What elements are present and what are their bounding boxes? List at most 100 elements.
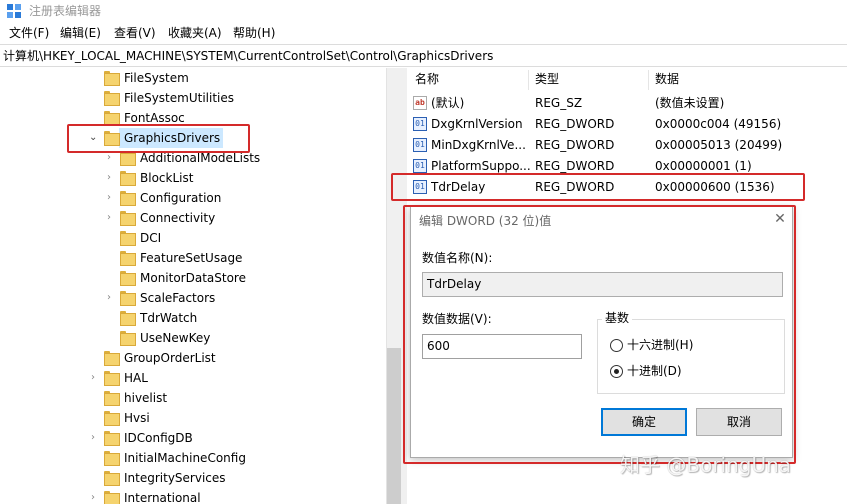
tree-item-dci[interactable]: DCI [0, 228, 386, 248]
registry-editor-icon [7, 4, 21, 18]
base-group-label: 基数 [602, 311, 633, 326]
dword-value-icon: 01 [413, 117, 427, 131]
chevron-right-icon[interactable]: › [107, 152, 111, 164]
folder-icon [104, 491, 120, 504]
value-data-input[interactable]: 600 [422, 334, 582, 359]
value-row-mindxgkrnlversion[interactable]: 01 MinDxgKrnlVe... REG_DWORD 0x00005013 … [407, 135, 847, 156]
folder-icon [104, 411, 120, 426]
tree-item-label: Connectivity [140, 211, 216, 225]
chevron-right-icon[interactable]: › [107, 292, 111, 304]
tree-item-label: UseNewKey [140, 331, 211, 345]
value-row-default[interactable]: ab (默认) REG_SZ (数值未设置) [407, 93, 847, 114]
tree-item-international[interactable]: › International [0, 488, 386, 504]
radio-hexadecimal-label[interactable]: 十六进制(H) [627, 338, 693, 353]
value-row-dxgkrnlversion[interactable]: 01 DxgKrnlVersion REG_DWORD 0x0000c004 (… [407, 114, 847, 135]
tree-item-tdrwatch[interactable]: TdrWatch [0, 308, 386, 328]
value-type: REG_DWORD [535, 138, 615, 152]
folder-icon [120, 311, 136, 326]
value-name: DxgKrnlVersion [431, 117, 523, 131]
tree-item-label: International [124, 491, 201, 504]
value-row-platformsupport[interactable]: 01 PlatformSuppo... REG_DWORD 0x00000001… [407, 156, 847, 177]
tree-scrollbar-thumb[interactable] [387, 348, 401, 504]
dword-value-icon: 01 [413, 180, 427, 194]
folder-icon [104, 91, 120, 106]
value-name: (默认) [431, 96, 465, 110]
folder-icon [120, 191, 136, 206]
tree-item-fontassoc[interactable]: FontAssoc [0, 108, 386, 128]
dword-value-icon: 01 [413, 138, 427, 152]
tree-item-featuresetusage[interactable]: FeatureSetUsage [0, 248, 386, 268]
tree-item-filesystemutilities[interactable]: FileSystemUtilities [0, 88, 386, 108]
tree-item-blocklist[interactable]: › BlockList [0, 168, 386, 188]
tree-item-label: BlockList [140, 171, 194, 185]
folder-icon [104, 471, 120, 486]
value-name-field: TdrDelay [422, 272, 783, 297]
folder-icon [104, 351, 120, 366]
tree-item-label: GraphicsDrivers [124, 131, 221, 145]
close-icon[interactable]: ✕ [771, 210, 789, 228]
column-divider[interactable] [648, 70, 649, 90]
value-data: (数值未设置) [655, 96, 725, 110]
tree-item-initialmachineconfig[interactable]: InitialMachineConfig [0, 448, 386, 468]
menu-favorites[interactable]: 收藏夹(A) [168, 26, 222, 41]
chevron-right-icon[interactable]: › [107, 172, 111, 184]
tree-item-label: DCI [140, 231, 162, 245]
folder-icon [120, 251, 136, 266]
value-name: TdrDelay [431, 180, 486, 194]
tree-item-graphicsdrivers[interactable]: ⌄ GraphicsDrivers [0, 128, 386, 148]
cancel-button[interactable]: 取消 [696, 408, 782, 436]
folder-icon [104, 71, 120, 86]
tree-item-integrityservices[interactable]: IntegrityServices [0, 468, 386, 488]
value-data: 0x0000c004 (49156) [655, 117, 782, 131]
address-bar[interactable]: 计算机\HKEY_LOCAL_MACHINE\SYSTEM\CurrentCon… [0, 44, 847, 67]
tree-item-monitordatastore[interactable]: MonitorDataStore [0, 268, 386, 288]
menu-help[interactable]: 帮助(H) [233, 26, 275, 41]
value-row-tdrdelay[interactable]: 01 TdrDelay REG_DWORD 0x00000600 (1536) [407, 177, 847, 198]
column-header-data[interactable]: 数据 [655, 72, 679, 87]
folder-icon [104, 111, 120, 126]
tree-item-filesystem[interactable]: FileSystem [0, 68, 386, 88]
address-path[interactable]: 计算机\HKEY_LOCAL_MACHINE\SYSTEM\CurrentCon… [3, 49, 493, 64]
tree-item-scalefactors[interactable]: › ScaleFactors [0, 288, 386, 308]
tree-item-label: HAL [124, 371, 148, 385]
menu-edit[interactable]: 编辑(E) [60, 26, 101, 41]
tree-item-configuration[interactable]: › Configuration [0, 188, 386, 208]
folder-icon [120, 211, 136, 226]
column-divider[interactable] [528, 70, 529, 90]
radio-hexadecimal[interactable] [610, 339, 623, 352]
tree-item-label: IntegrityServices [124, 471, 226, 485]
column-header-name[interactable]: 名称 [415, 72, 439, 87]
edit-dword-dialog: 编辑 DWORD (32 位)值 ✕ 数值名称(N): TdrDelay 数值数… [410, 206, 793, 458]
folder-icon [104, 431, 120, 446]
chevron-down-icon[interactable]: ⌄ [89, 132, 97, 144]
tree-item-grouporderlist[interactable]: GroupOrderList [0, 348, 386, 368]
watermark-text: 知乎 @BoringUna [620, 453, 792, 477]
chevron-right-icon[interactable]: › [91, 492, 95, 504]
list-header: 名称 类型 数据 [407, 68, 847, 92]
tree-item-connectivity[interactable]: › Connectivity [0, 208, 386, 228]
chevron-right-icon[interactable]: › [91, 372, 95, 384]
radio-decimal[interactable] [610, 365, 623, 378]
menu-view[interactable]: 查看(V) [114, 26, 156, 41]
window-title: 注册表编辑器 [29, 4, 102, 18]
tree-item-hvsi[interactable]: Hvsi [0, 408, 386, 428]
ok-button[interactable]: 确定 [601, 408, 687, 436]
tree-item-additionalmodelists[interactable]: › AdditionalModeLists [0, 148, 386, 168]
tree-item-hivelist[interactable]: hivelist [0, 388, 386, 408]
chevron-right-icon[interactable]: › [107, 212, 111, 224]
radio-decimal-label[interactable]: 十进制(D) [627, 364, 682, 379]
value-type: REG_DWORD [535, 117, 615, 131]
column-header-type[interactable]: 类型 [535, 72, 559, 87]
tree-item-label: FileSystem [124, 71, 189, 85]
menu-file[interactable]: 文件(F) [9, 26, 49, 41]
tree-item-usenewkey[interactable]: UseNewKey [0, 328, 386, 348]
chevron-right-icon[interactable]: › [91, 432, 95, 444]
tree-item-label: TdrWatch [140, 311, 198, 325]
tree-item-idconfigdb[interactable]: › IDConfigDB [0, 428, 386, 448]
chevron-right-icon[interactable]: › [107, 192, 111, 204]
tree-item-hal[interactable]: › HAL [0, 368, 386, 388]
value-data-label: 数值数据(V): [422, 312, 492, 326]
value-type: REG_DWORD [535, 180, 615, 194]
value-name: PlatformSuppo... [431, 159, 531, 173]
tree-item-label: ScaleFactors [140, 291, 216, 305]
